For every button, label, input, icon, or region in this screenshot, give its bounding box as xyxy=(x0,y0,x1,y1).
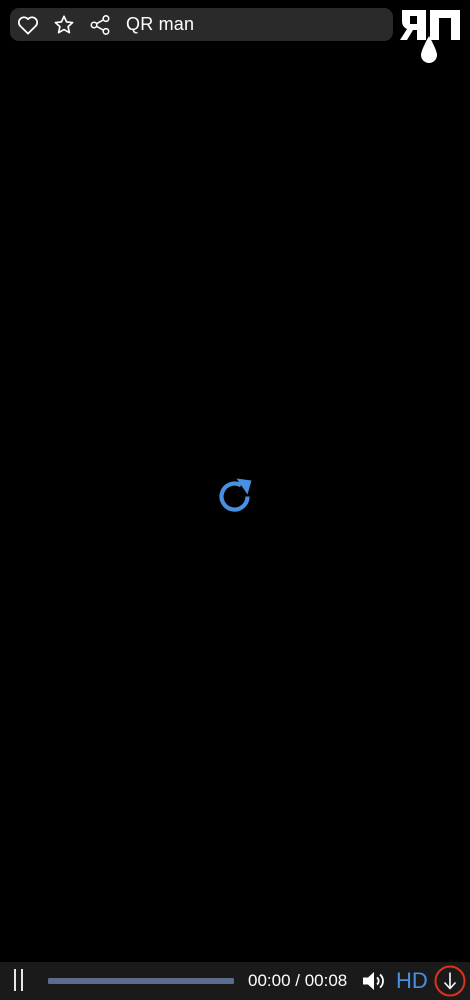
player-controls: 00:00 / 00:08 HD xyxy=(0,962,470,1000)
pause-button[interactable] xyxy=(12,969,26,993)
share-icon[interactable] xyxy=(88,13,112,37)
time-display: 00:00 / 00:08 xyxy=(248,971,348,990)
download-button[interactable] xyxy=(434,965,466,997)
reload-icon[interactable] xyxy=(214,476,256,518)
pause-icon-bar xyxy=(21,969,23,991)
hd-quality-button[interactable]: HD xyxy=(396,968,428,994)
heart-icon[interactable] xyxy=(16,13,40,37)
pause-icon xyxy=(14,969,16,991)
volume-button[interactable] xyxy=(362,970,388,992)
download-icon xyxy=(434,965,466,997)
video-player: QR man 00:00 / 00:08 HD xyxy=(0,0,470,1000)
star-icon[interactable] xyxy=(52,13,76,37)
volume-icon xyxy=(363,972,384,990)
progress-bar[interactable] xyxy=(48,978,234,984)
video-title: QR man xyxy=(126,14,195,34)
logo-drop-icon xyxy=(421,36,437,63)
site-logo[interactable] xyxy=(400,6,462,64)
logo-letter-pe xyxy=(430,10,460,40)
logo-letter-ya xyxy=(400,10,426,40)
top-bar: QR man xyxy=(10,8,393,41)
